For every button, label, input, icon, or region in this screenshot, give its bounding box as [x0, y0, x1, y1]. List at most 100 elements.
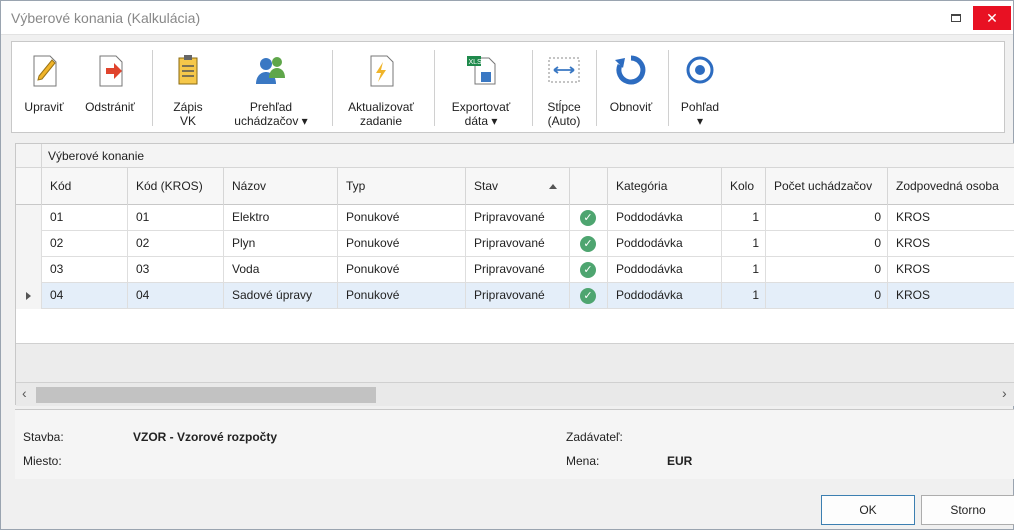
cell-kategoria: Poddodávka	[608, 231, 722, 257]
ok-button[interactable]: OK	[821, 495, 915, 525]
refresh-button[interactable]: Obnoviť	[600, 42, 662, 134]
toolbar: Upraviť Odstrániť Zápis VK Prehľad uchád…	[11, 41, 1005, 133]
toolbar-separator	[532, 50, 533, 126]
row-indicator	[16, 205, 42, 231]
edit-label: Upraviť	[24, 100, 64, 114]
refresh-label: Obnoviť	[609, 100, 653, 114]
scrollbar-thumb[interactable]	[36, 387, 376, 403]
group-label: Výberové konanie	[48, 149, 145, 163]
table-row[interactable]: 01 01 Elektro Ponukové Pripravované ✓ Po…	[16, 205, 1014, 231]
record-vk-button[interactable]: Zápis VK	[160, 42, 216, 134]
columns-icon	[548, 57, 580, 83]
cell-kolo: 1	[722, 205, 766, 231]
cell-typ: Ponukové	[338, 257, 466, 283]
cell-kategoria: Poddodávka	[608, 283, 722, 309]
export-xls-icon: XLS	[467, 56, 496, 85]
close-button[interactable]: ✕	[973, 6, 1011, 30]
cell-typ: Ponukové	[338, 231, 466, 257]
toolbar-separator	[596, 50, 597, 126]
column-header-row: Kód Kód (KROS) Názov Typ Stav Kategória …	[16, 168, 1014, 205]
zadavatel-label: Zadávateľ:	[566, 430, 623, 444]
row-indicator-header	[16, 168, 42, 205]
record-vk-label: Zápis VK	[173, 100, 203, 128]
toolbar-separator	[434, 50, 435, 126]
applicants-label: Prehľad uchádzačov ▾	[234, 100, 308, 128]
table-row[interactable]: 03 03 Voda Ponukové Pripravované ✓ Poddo…	[16, 257, 1014, 283]
sort-ascending-icon	[549, 184, 557, 189]
table-row[interactable]: 02 02 Plyn Ponukové Pripravované ✓ Poddo…	[16, 231, 1014, 257]
column-header-nazov[interactable]: Názov	[224, 168, 338, 205]
applicants-overview-button[interactable]: Prehľad uchádzačov ▾	[224, 42, 318, 134]
window-title: Výberové konania (Kalkulácia)	[11, 10, 201, 26]
column-header-status-icon[interactable]	[570, 168, 608, 205]
cell-stav: Pripravované	[466, 257, 570, 283]
cell-kod: 04	[42, 283, 128, 309]
miesto-label: Miesto:	[23, 454, 62, 468]
remove-icon	[99, 55, 123, 87]
row-indicator	[16, 257, 42, 283]
columns-label: Stĺpce (Auto)	[547, 100, 581, 128]
view-button[interactable]: Pohľad ▾	[672, 42, 728, 134]
maximize-icon[interactable]	[951, 14, 961, 22]
title-bar: Výberové konania (Kalkulácia) ✕	[1, 1, 1013, 35]
column-header-kategoria[interactable]: Kategória	[608, 168, 722, 205]
export-label: Exportovať dáta ▾	[451, 100, 511, 128]
columns-auto-button[interactable]: Stĺpce (Auto)	[536, 42, 592, 134]
cell-kod: 01	[42, 205, 128, 231]
cell-stav: Pripravované	[466, 283, 570, 309]
clipboard-icon	[178, 55, 198, 85]
scroll-right-icon[interactable]: ›	[1002, 385, 1007, 401]
cell-nazov: Plyn	[224, 231, 338, 257]
update-order-label: Aktualizovať zadanie	[348, 100, 414, 128]
cell-status: ✓	[570, 231, 608, 257]
mena-value: EUR	[667, 454, 693, 468]
cell-osoba: KROS	[896, 236, 931, 250]
column-header-osoba[interactable]: Zodpovedná osoba	[888, 168, 1014, 205]
edit-icon	[33, 55, 57, 87]
grid-footer-area	[16, 344, 1014, 382]
status-ok-icon: ✓	[580, 288, 596, 304]
stavba-value: VZOR - Vzorové rozpočty	[133, 430, 278, 444]
status-ok-icon: ✓	[580, 262, 596, 278]
cell-kolo: 1	[722, 283, 766, 309]
current-row-icon	[26, 292, 31, 300]
horizontal-scrollbar[interactable]: ‹ ›	[16, 382, 1014, 406]
column-header-stav[interactable]: Stav	[466, 168, 570, 205]
data-grid: Výberové konanie Kód Kód (KROS) Názov Ty…	[15, 143, 1014, 406]
status-ok-icon: ✓	[580, 210, 596, 226]
users-icon	[256, 57, 285, 84]
cancel-button[interactable]: Storno	[921, 495, 1014, 525]
remove-button[interactable]: Odstrániť	[78, 42, 142, 134]
cell-typ: Ponukové	[338, 283, 466, 309]
cell-kod-kros: 04	[128, 283, 224, 309]
cell-pocet: 0	[766, 205, 888, 231]
column-header-typ[interactable]: Typ	[338, 168, 466, 205]
scroll-left-icon[interactable]: ‹	[22, 385, 27, 401]
cell-pocet: 0	[766, 257, 888, 283]
column-header-stav-label: Stav	[474, 179, 499, 193]
cell-nazov: Elektro	[224, 205, 338, 231]
cell-pocet: 0	[766, 231, 888, 257]
column-header-pocet[interactable]: Počet uchádzačov	[766, 168, 888, 205]
row-indicator	[16, 231, 42, 257]
edit-button[interactable]: Upraviť	[16, 42, 72, 134]
cell-osoba: KROS	[896, 210, 931, 224]
cell-stav: Pripravované	[466, 205, 570, 231]
update-icon	[370, 55, 394, 87]
cell-status: ✓	[570, 257, 608, 283]
cell-stav: Pripravované	[466, 231, 570, 257]
cell-nazov: Sadové úpravy	[224, 283, 338, 309]
table-row-selected[interactable]: 04 04 Sadové úpravy Ponukové Pripravovan…	[16, 283, 1014, 309]
cell-kod-kros: 03	[128, 257, 224, 283]
toolbar-separator	[668, 50, 669, 126]
remove-label: Odstrániť	[85, 100, 135, 114]
cell-osoba: KROS	[896, 262, 931, 276]
row-indicator	[16, 283, 42, 309]
group-header: Výberové konanie	[16, 144, 1014, 168]
column-header-kod[interactable]: Kód	[42, 168, 128, 205]
update-order-button[interactable]: Aktualizovať zadanie	[338, 42, 424, 134]
column-header-kolo[interactable]: Kolo	[722, 168, 766, 205]
column-header-kod-kros[interactable]: Kód (KROS)	[128, 168, 224, 205]
cell-osoba: KROS	[896, 288, 931, 302]
export-button[interactable]: XLS Exportovať dáta ▾	[440, 42, 522, 134]
